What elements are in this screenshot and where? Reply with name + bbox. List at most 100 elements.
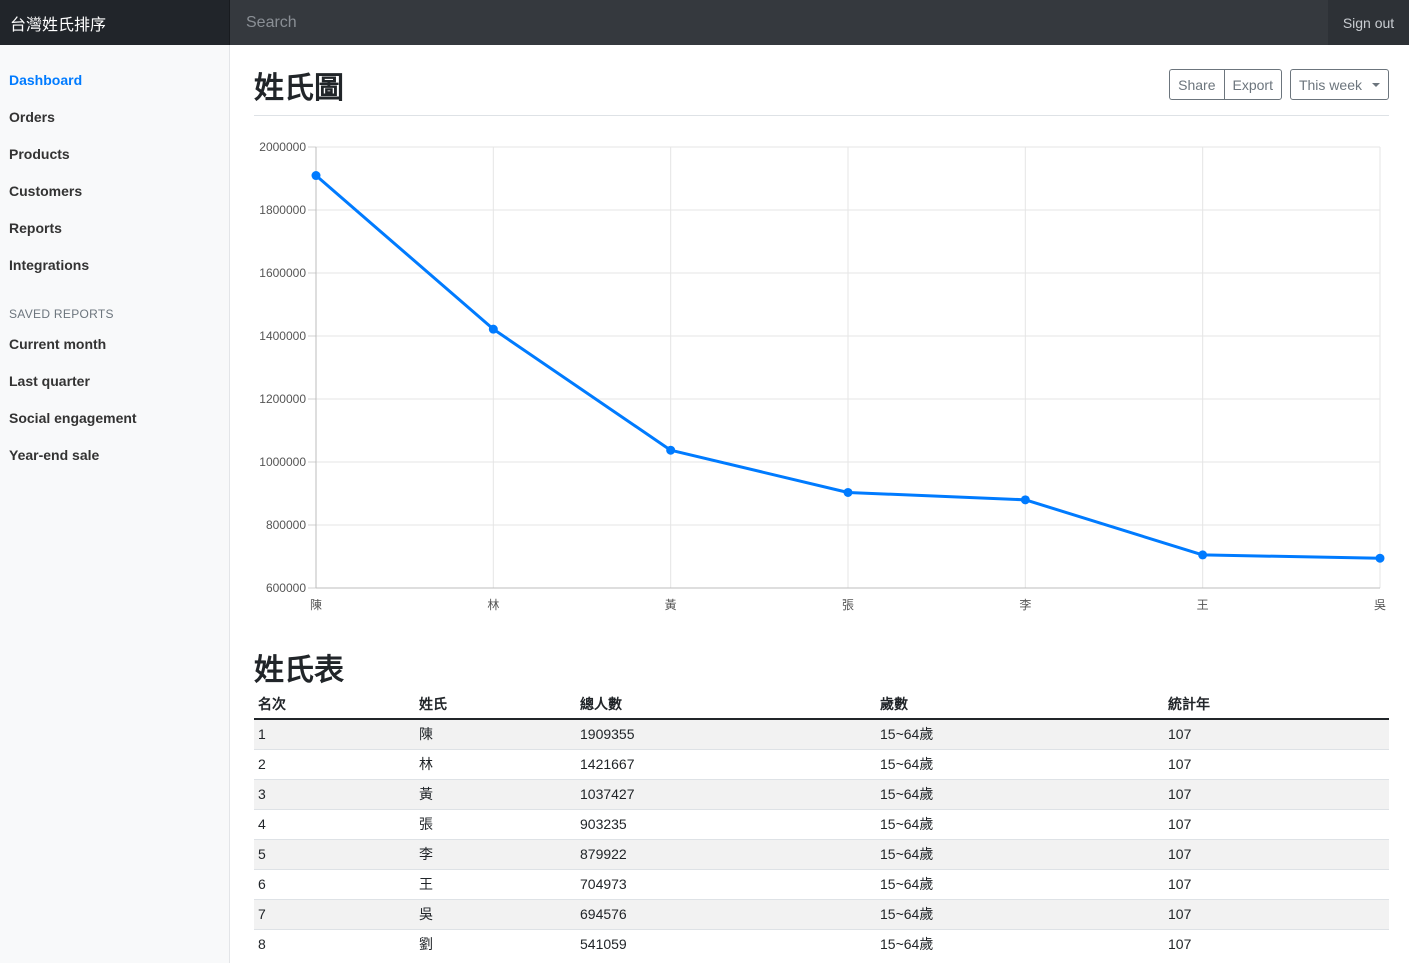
share-button[interactable]: Share: [1169, 69, 1224, 100]
table-row: 7 吳 694576 15~64歲 107: [254, 898, 1389, 929]
cell-rank: 4: [254, 808, 415, 839]
x-tick-label: 陳: [310, 598, 322, 612]
sidebar: Dashboard Orders Products Customers Repo…: [0, 45, 230, 963]
saved-reports-heading: SAVED REPORTS: [9, 307, 114, 321]
sidebar-item-last-quarter[interactable]: Last quarter: [9, 373, 90, 389]
column-header-year: 統計年: [1164, 689, 1389, 720]
column-header-age: 歲數: [876, 689, 1164, 720]
data-point: [311, 171, 321, 181]
y-tick-label: 1400000: [259, 329, 306, 343]
cell-year: 107: [1164, 898, 1389, 929]
toolbar: Share Export This week: [1169, 69, 1389, 100]
cell-year: 107: [1164, 748, 1389, 779]
cell-year: 107: [1164, 778, 1389, 809]
cell-surname: 陳: [415, 718, 576, 749]
x-tick-label: 黃: [665, 598, 677, 612]
data-point: [666, 445, 676, 455]
cell-year: 107: [1164, 718, 1389, 749]
cell-rank: 7: [254, 898, 415, 929]
chevron-down-icon: [1372, 82, 1380, 87]
cell-rank: 8: [254, 928, 415, 959]
table-row: 6 王 704973 15~64歲 107: [254, 868, 1389, 899]
x-tick-label: 林: [487, 598, 499, 612]
y-tick-label: 1000000: [259, 455, 306, 469]
cell-surname: 黃: [415, 778, 576, 809]
table-row: 3 黃 1037427 15~64歲 107: [254, 778, 1389, 809]
data-point: [1198, 550, 1208, 560]
sign-out-link[interactable]: Sign out: [1328, 0, 1409, 45]
cell-total: 1909355: [576, 718, 876, 749]
cell-year: 107: [1164, 808, 1389, 839]
cell-surname: 劉: [415, 928, 576, 959]
sidebar-item-social-engagement[interactable]: Social engagement: [9, 410, 137, 426]
cell-surname: 林: [415, 748, 576, 779]
y-tick-label: 800000: [266, 518, 306, 532]
cell-rank: 1: [254, 718, 415, 749]
cell-total: 879922: [576, 838, 876, 869]
page-title: 姓氏圖: [254, 72, 344, 105]
title-divider: [254, 115, 1389, 116]
sidebar-item-dashboard[interactable]: Dashboard: [9, 72, 82, 88]
cell-age: 15~64歲: [876, 868, 1164, 899]
data-point: [488, 324, 498, 334]
cell-age: 15~64歲: [876, 838, 1164, 869]
cell-total: 903235: [576, 808, 876, 839]
table-row: 5 李 879922 15~64歲 107: [254, 838, 1389, 869]
sidebar-item-orders[interactable]: Orders: [9, 109, 55, 125]
period-dropdown[interactable]: This week: [1289, 69, 1389, 100]
y-tick-label: 1200000: [259, 392, 306, 406]
x-tick-label: 吳: [1374, 598, 1386, 612]
cell-surname: 張: [415, 808, 576, 839]
sidebar-item-current-month[interactable]: Current month: [9, 336, 106, 352]
table-row: 4 張 903235 15~64歲 107: [254, 808, 1389, 839]
sidebar-item-customers[interactable]: Customers: [9, 183, 82, 199]
export-button[interactable]: Export: [1223, 69, 1282, 100]
column-header-rank: 名次: [254, 689, 415, 720]
column-header-surname: 姓氏: [415, 689, 576, 720]
cell-age: 15~64歲: [876, 898, 1164, 929]
surname-line-chart: 600000 800000 1000000 1200000 1400000 1600000…: [259, 140, 1386, 612]
top-navbar: 台灣姓氏排序 Search Sign out: [0, 0, 1409, 45]
cell-total: 1421667: [576, 748, 876, 779]
x-tick-label: 王: [1197, 598, 1209, 612]
y-tick-label: 1800000: [259, 203, 306, 217]
y-tick-label: 600000: [266, 581, 306, 595]
cell-year: 107: [1164, 928, 1389, 959]
y-tick-label: 1600000: [259, 266, 306, 280]
table-title: 姓氏表: [254, 654, 344, 687]
cell-rank: 6: [254, 868, 415, 899]
surname-table: 名次 姓氏 總人數 歲數 統計年 1 陳 1909355 15~64歲 107 …: [254, 689, 1389, 959]
brand-title[interactable]: 台灣姓氏排序: [0, 0, 230, 45]
cell-rank: 3: [254, 778, 415, 809]
table-row: 8 劉 541059 15~64歲 107: [254, 928, 1389, 959]
column-header-total: 總人數: [576, 689, 876, 720]
sidebar-item-integrations[interactable]: Integrations: [9, 257, 89, 273]
period-dropdown-label: This week: [1298, 76, 1362, 93]
cell-rank: 2: [254, 748, 415, 779]
cell-year: 107: [1164, 838, 1389, 869]
cell-age: 15~64歲: [876, 778, 1164, 809]
share-export-group: Share Export: [1169, 69, 1282, 100]
search-input[interactable]: Search: [230, 0, 1328, 45]
x-tick-label: 李: [1019, 597, 1031, 612]
cell-surname: 王: [415, 868, 576, 899]
cell-total: 704973: [576, 868, 876, 899]
data-point: [1020, 495, 1030, 505]
sidebar-item-reports[interactable]: Reports: [9, 220, 62, 236]
cell-age: 15~64歲: [876, 808, 1164, 839]
sidebar-item-products[interactable]: Products: [9, 146, 70, 162]
cell-age: 15~64歲: [876, 928, 1164, 959]
data-point: [843, 487, 853, 497]
cell-surname: 吳: [415, 898, 576, 929]
x-tick-label: 張: [842, 598, 854, 612]
cell-total: 694576: [576, 898, 876, 929]
cell-total: 541059: [576, 928, 876, 959]
table-row: 1 陳 1909355 15~64歲 107: [254, 718, 1389, 749]
cell-rank: 5: [254, 838, 415, 869]
sidebar-item-year-end-sale[interactable]: Year-end sale: [9, 447, 99, 463]
data-point: [1375, 553, 1385, 563]
table-header-row: 名次 姓氏 總人數 歲數 統計年: [254, 689, 1389, 720]
cell-age: 15~64歲: [876, 748, 1164, 779]
y-tick-label: 2000000: [259, 140, 306, 154]
cell-age: 15~64歲: [876, 718, 1164, 749]
